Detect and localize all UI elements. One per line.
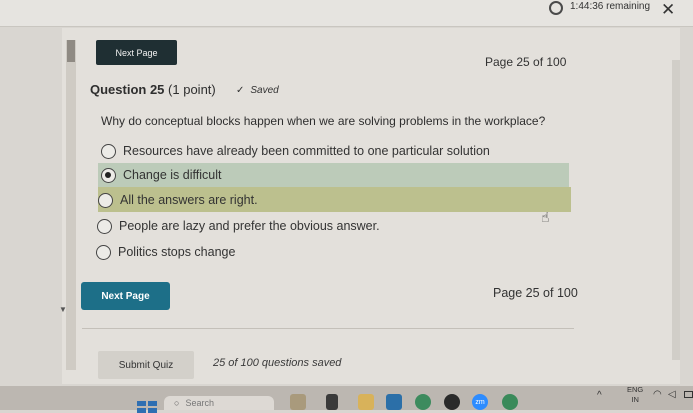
top-bar: 1:44:36 remaining ✕ xyxy=(0,0,693,27)
divider xyxy=(82,328,574,329)
battery-icon[interactable] xyxy=(684,391,693,398)
left-scrollbar[interactable]: ▼ xyxy=(59,40,76,370)
next-page-button-top[interactable]: Next Page xyxy=(96,40,177,65)
taskbar-search[interactable]: ○ Search xyxy=(164,396,274,410)
option-label: Change is difficult xyxy=(123,168,222,182)
chrome-icon[interactable] xyxy=(502,394,518,410)
region-code: IN xyxy=(631,395,639,404)
hand-cursor-icon: ☝ xyxy=(541,209,550,225)
page-count-top: Page 25 of 100 xyxy=(485,55,567,69)
option-3[interactable]: All the answers are right. xyxy=(98,188,258,212)
saved-status: ✓ Saved xyxy=(236,85,279,96)
volume-icon[interactable]: ◁ xyxy=(668,389,676,400)
zoom-app-icon[interactable]: zm xyxy=(472,394,488,410)
scroll-down-icon[interactable]: ▼ xyxy=(59,305,67,314)
radio-button[interactable] xyxy=(97,218,112,234)
option-label: Politics stops change xyxy=(118,245,236,259)
radio-button-selected[interactable] xyxy=(101,167,116,183)
next-page-button-bottom[interactable]: Next Page xyxy=(81,282,170,310)
edge-icon[interactable] xyxy=(415,394,431,410)
timer-icon xyxy=(549,1,563,15)
question-heading: Question 25 (1 point) xyxy=(90,82,216,97)
option-4[interactable]: People are lazy and prefer the obvious a… xyxy=(97,214,380,238)
language-code: ENG xyxy=(627,385,644,394)
store-icon[interactable] xyxy=(386,394,402,410)
file-explorer-icon[interactable] xyxy=(358,394,374,410)
wifi-icon[interactable]: ◠ xyxy=(653,389,662,400)
page-count-bottom: Page 25 of 100 xyxy=(493,286,578,300)
question-text: Why do conceptual blocks happen when we … xyxy=(101,114,546,128)
saved-label: Saved xyxy=(250,85,279,96)
option-label: People are lazy and prefer the obvious a… xyxy=(119,219,380,233)
question-points: (1 point) xyxy=(168,82,216,97)
windows-start-icon[interactable] xyxy=(137,401,157,413)
option-2[interactable]: Change is difficult xyxy=(101,163,221,187)
radio-button[interactable] xyxy=(101,143,116,159)
task-view-icon[interactable] xyxy=(326,394,338,410)
timer-remaining: 1:44:36 remaining xyxy=(570,1,651,12)
submit-quiz-button[interactable]: Submit Quiz xyxy=(98,351,194,379)
option-1[interactable]: Resources have already been committed to… xyxy=(101,139,490,163)
option-5[interactable]: Politics stops change xyxy=(96,240,235,264)
questions-saved-count: 25 of 100 questions saved xyxy=(213,357,342,369)
close-icon[interactable]: ✕ xyxy=(661,0,675,20)
option-label: Resources have already been committed to… xyxy=(123,144,490,158)
tray-expand-icon[interactable]: ^ xyxy=(597,390,602,401)
search-icon: ○ xyxy=(174,398,180,408)
search-placeholder: Search xyxy=(185,398,214,408)
option-label: All the answers are right. xyxy=(120,193,258,207)
language-indicator[interactable]: ENG IN xyxy=(627,385,643,405)
app-icon[interactable] xyxy=(444,394,460,410)
radio-button[interactable] xyxy=(98,192,113,208)
widgets-icon[interactable] xyxy=(290,394,306,410)
checkmark-icon: ✓ xyxy=(236,85,245,96)
scrollbar-thumb[interactable] xyxy=(67,40,75,62)
radio-button[interactable] xyxy=(96,244,111,260)
question-number: Question 25 xyxy=(90,82,165,97)
taskbar xyxy=(0,386,693,410)
right-scrollbar[interactable] xyxy=(672,60,680,360)
